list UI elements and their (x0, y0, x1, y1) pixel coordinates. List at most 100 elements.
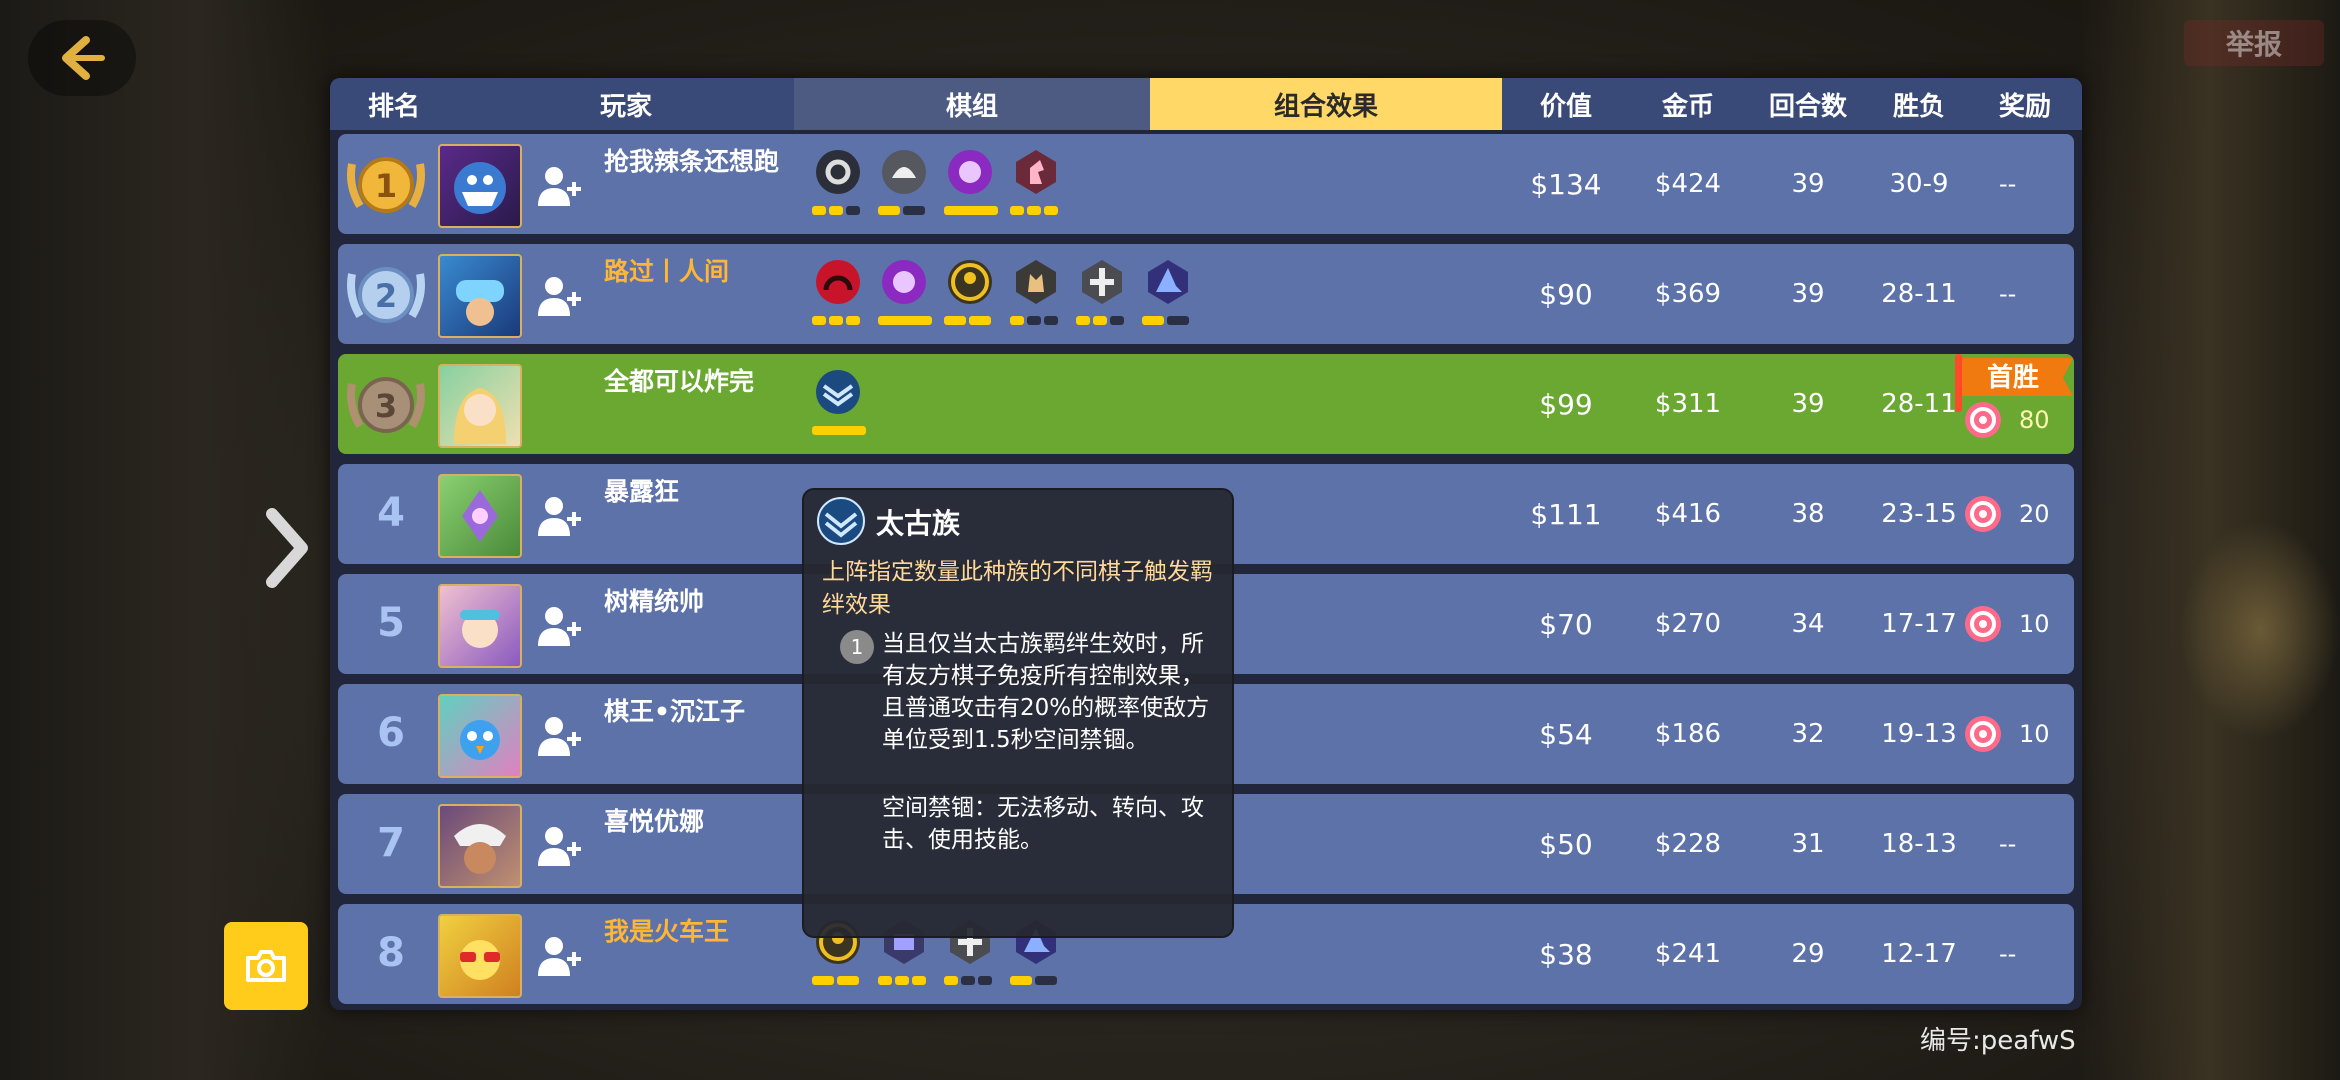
tooltip-effect-note: 空间禁锢：无法移动、转向、攻击、使用技能。 (882, 795, 1204, 853)
gold-cell: $311 (1654, 389, 1722, 419)
rounds-cell: 39 (1791, 169, 1825, 199)
trait-wizard-hat-icon (1148, 260, 1188, 304)
trait-beast-icon (1016, 260, 1056, 304)
report-button[interactable]: 举报 (2184, 20, 2324, 66)
svg-text:1: 1 (375, 167, 397, 205)
col-record: 胜负 (1892, 91, 1945, 122)
svg-text:3: 3 (375, 387, 397, 425)
tooltip-description: 上阵指定数量此种族的不同棋子触发羁绊效果 (822, 559, 1213, 618)
player-name: 棋王•沉江子 (604, 697, 745, 726)
value-cell: $54 (1539, 717, 1593, 751)
tab-combo-effects[interactable]: 组合效果 (1150, 78, 1502, 130)
player-name: 全都可以炸完 (604, 367, 755, 396)
add-friend-icon[interactable] (534, 932, 582, 980)
record-cell: 30-9 (1889, 169, 1949, 199)
record-cell: 23-15 (1881, 499, 1957, 529)
value-cell: $99 (1539, 387, 1593, 421)
trait-slot[interactable] (808, 144, 868, 224)
trait-slot[interactable] (1006, 144, 1066, 224)
rounds-cell: 31 (1791, 829, 1825, 859)
rounds-cell: 39 (1791, 389, 1825, 419)
player-name: 树精统帅 (604, 587, 705, 616)
trait-demon-icon (948, 150, 992, 194)
rounds-cell: 39 (1791, 279, 1825, 309)
tooltip-effect: 当且仅当太古族羁绊生效时，所有友方棋子免疫所有控制效果，且普通攻击有20%的概率… (882, 631, 1210, 753)
lollipop-icon (1965, 606, 2001, 642)
screenshot-button[interactable] (224, 922, 308, 1010)
girl-avatar-icon (460, 610, 500, 648)
add-friend-icon[interactable] (534, 272, 582, 320)
gold-medal-icon: 1 (347, 157, 425, 213)
trait-tooltip: 太古族 上阵指定数量此种族的不同棋子触发羁绊效果 1 当且仅当太古族羁绊生效时，… (802, 488, 1234, 938)
player-name: 我是火车王 (604, 917, 730, 946)
trait-slot[interactable] (1138, 254, 1198, 334)
value-cell: $38 (1539, 937, 1593, 971)
tooltip-title: 太古族 (876, 507, 961, 540)
table-row[interactable]: 1 抢我辣条还想跑 $134 $424 39 30-9 -- (338, 134, 2074, 234)
rank-number: 6 (377, 710, 405, 756)
add-friend-icon[interactable] (534, 712, 582, 760)
svg-text:2: 2 (375, 277, 397, 315)
record-cell: 28-11 (1881, 279, 1957, 309)
col-player: 玩家 (599, 91, 652, 122)
value-cell: $70 (1539, 607, 1593, 641)
reward-cell: -- (1999, 830, 2017, 858)
avatar[interactable] (438, 144, 522, 228)
sunglasses-avatar-icon (460, 940, 500, 980)
warrior-avatar-icon (454, 824, 506, 874)
record-cell: 18-13 (1881, 829, 1957, 859)
chevron-right-icon[interactable] (262, 508, 312, 588)
avatar[interactable] (438, 804, 522, 888)
results-panel: 排名 玩家 棋组 组合效果 价值 金币 回合数 胜负 奖励 1 抢我辣条还想跑 (330, 78, 2082, 1010)
lollipop-icon (1965, 496, 2001, 532)
lollipop-icon (1965, 716, 2001, 752)
avatar[interactable] (438, 474, 522, 558)
bird-avatar-icon (460, 720, 500, 760)
add-friend-icon[interactable] (534, 492, 582, 540)
tab-modules[interactable]: 棋组 (794, 78, 1150, 130)
avatar[interactable] (438, 254, 522, 338)
gold-cell: $416 (1654, 499, 1722, 529)
table-header: 排名 玩家 棋组 组合效果 价值 金币 回合数 胜负 奖励 (330, 78, 2082, 130)
record-cell: 19-13 (1881, 719, 1957, 749)
dragon-avatar-icon (462, 490, 498, 542)
rank-number: 8 (377, 930, 405, 976)
rounds-cell: 32 (1791, 719, 1825, 749)
trait-slot[interactable] (808, 364, 868, 444)
camera-icon (246, 950, 286, 982)
player-name: 暴露狂 (604, 477, 680, 506)
add-friend-icon[interactable] (534, 822, 582, 870)
princess-avatar-icon (454, 388, 506, 444)
trait-slot[interactable] (808, 254, 868, 334)
table-row[interactable]: 2 路过丨人间 $90 $369 39 28-11 -- (338, 244, 2074, 344)
back-button[interactable] (28, 20, 136, 96)
trait-slot[interactable] (1006, 254, 1066, 334)
trait-slot[interactable] (940, 254, 1000, 334)
gold-cell: $186 (1654, 719, 1722, 749)
avatar[interactable] (438, 694, 522, 778)
trait-slot[interactable] (874, 144, 934, 224)
record-cell: 12-17 (1881, 939, 1957, 969)
trait-helmet-icon (882, 150, 926, 194)
table-row-self[interactable]: 3 全都可以炸完 $99 $311 39 28-11 首胜 80 (338, 354, 2074, 454)
trait-slot[interactable] (940, 144, 1000, 224)
avatar[interactable] (438, 584, 522, 668)
trait-flame-icon (816, 260, 860, 304)
avatar[interactable] (438, 914, 522, 998)
add-friend-icon[interactable] (534, 602, 582, 650)
reward-cell: 10 (1963, 574, 2068, 674)
trait-cross-icon (1082, 260, 1122, 304)
avatar[interactable] (438, 364, 522, 448)
trait-slot[interactable] (874, 254, 934, 334)
back-arrow-icon (62, 36, 105, 80)
rank-number: 5 (377, 600, 405, 646)
value-cell: $111 (1530, 497, 1602, 531)
value-cell: $90 (1539, 277, 1593, 311)
reward-cell: 20 (1963, 464, 2068, 564)
reward-cell: 80 (1963, 370, 2068, 470)
trait-slot[interactable] (1072, 254, 1132, 334)
trait-knight-icon (1016, 150, 1056, 194)
lollipop-icon (1965, 402, 2001, 438)
silver-medal-icon: 2 (347, 267, 425, 323)
add-friend-icon[interactable] (534, 162, 582, 210)
